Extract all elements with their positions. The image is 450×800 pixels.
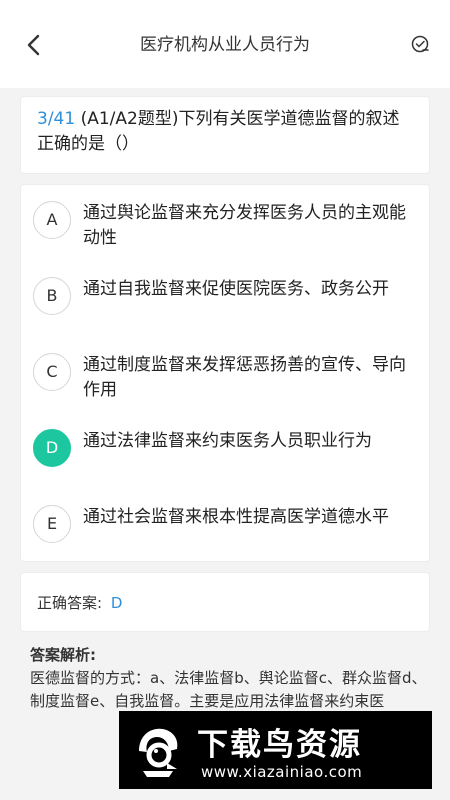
option-e-circle: E	[33, 505, 71, 543]
option-e[interactable]: E 通过社会监督来根本性提高医学道德水平	[21, 491, 429, 565]
watermark-url: www.xiazainiao.com	[201, 763, 363, 781]
page-title: 医疗机构从业人员行为	[140, 35, 310, 55]
watermark-banner: 下载鸟资源 www.xiazainiao.com	[119, 711, 432, 789]
option-e-text: 通过社会监督来根本性提高医学道德水平	[83, 507, 389, 527]
answer-analysis: 答案解析: 医德监督的方式：a、法律监督b、舆论监督c、群众监督d、制度监督e、…	[30, 644, 430, 713]
question-card: 3/41 (A1/A2题型)下列有关医学道德监督的叙述正确的是（）	[20, 96, 430, 174]
option-b-text: 通过自我监督来促使医院医务、政务公开	[83, 279, 389, 299]
option-c-text: 通过制度监督来发挥惩恶扬善的宣传、导向作用	[83, 355, 406, 400]
analysis-text: 医德监督的方式：a、法律监督b、舆论监督c、群众监督d、制度监督e、自我监督。主…	[30, 669, 427, 710]
options-card: A 通过舆论监督来充分发挥医务人员的主观能动性 B 通过自我监督来促使医院医务、…	[20, 184, 430, 562]
option-a[interactable]: A 通过舆论监督来充分发挥医务人员的主观能动性	[21, 187, 429, 261]
option-d-text: 通过法律监督来约束医务人员职业行为	[83, 431, 372, 451]
question-text: (A1/A2题型)下列有关医学道德监督的叙述正确的是（）	[37, 109, 400, 154]
option-d-circle: D	[33, 429, 71, 467]
answer-value: D	[110, 594, 123, 612]
answer-card: 正确答案: D	[20, 572, 430, 632]
option-c-circle: C	[33, 353, 71, 391]
option-d[interactable]: D 通过法律监督来约束医务人员职业行为	[21, 415, 429, 489]
top-bar: 医疗机构从业人员行为	[0, 0, 450, 88]
bird-logo-icon	[129, 721, 187, 779]
analysis-label: 答案解析:	[30, 646, 96, 664]
watermark-title: 下载鸟资源	[197, 727, 362, 763]
answer-label: 正确答案:	[37, 594, 103, 612]
option-b[interactable]: B 通过自我监督来促使医院医务、政务公开	[21, 263, 429, 337]
option-a-circle: A	[33, 201, 71, 239]
answer-sheet-icon[interactable]	[410, 34, 430, 54]
option-c[interactable]: C 通过制度监督来发挥惩恶扬善的宣传、导向作用	[21, 339, 429, 413]
question-index: 3/41	[37, 109, 76, 129]
option-a-text: 通过舆论监督来充分发挥医务人员的主观能动性	[83, 203, 406, 248]
option-b-circle: B	[33, 277, 71, 315]
